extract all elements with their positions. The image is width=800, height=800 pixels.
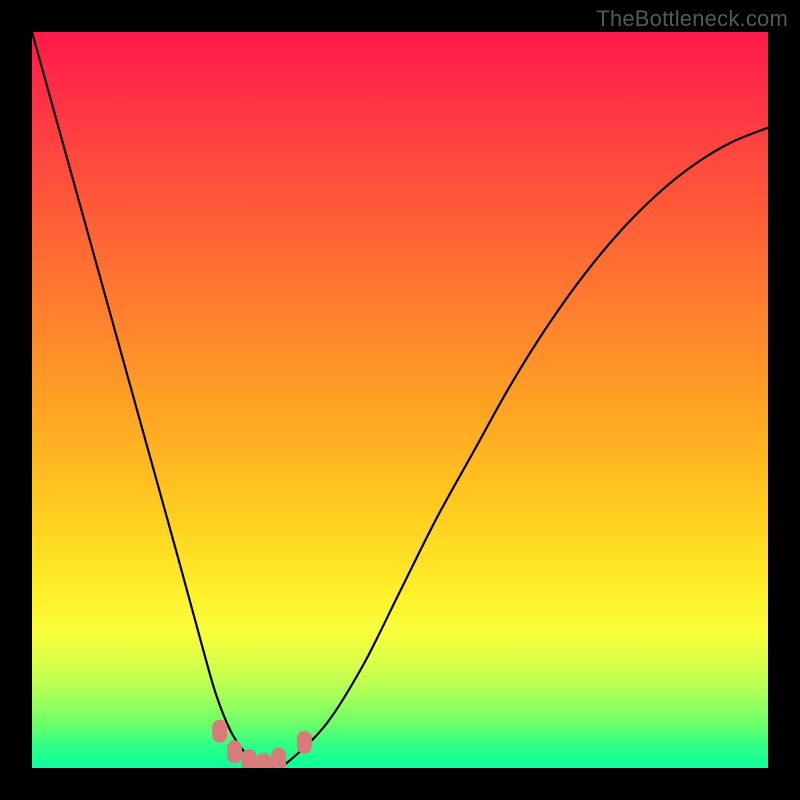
curve-marker xyxy=(213,720,227,742)
marker-group xyxy=(213,720,312,768)
curve-marker xyxy=(257,753,271,768)
curve-marker xyxy=(272,748,286,768)
curve-marker xyxy=(242,750,256,768)
watermark-label: TheBottleneck.com xyxy=(596,6,788,32)
curve-layer xyxy=(32,32,768,768)
plot-area xyxy=(32,32,768,768)
bottleneck-curve xyxy=(32,32,768,768)
curve-marker xyxy=(227,741,241,763)
curve-marker xyxy=(297,731,311,753)
chart-stage: TheBottleneck.com xyxy=(0,0,800,800)
